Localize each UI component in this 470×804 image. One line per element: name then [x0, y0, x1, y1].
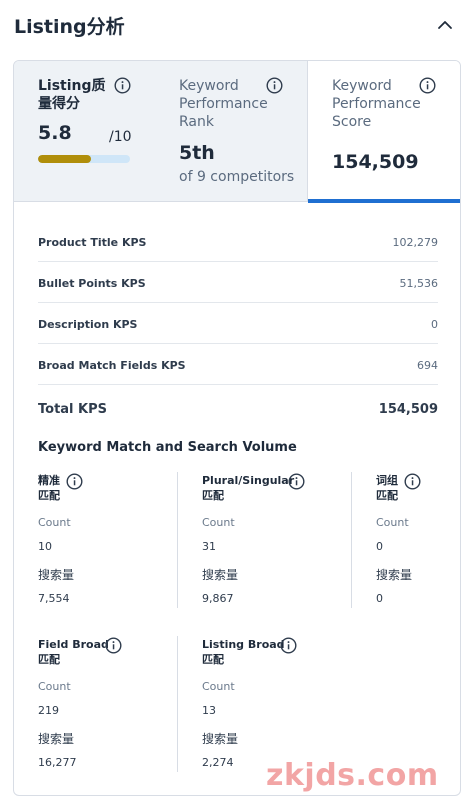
match-type-plural-singular: Plural/Singular 匹配 Count 31 搜索量 9,867 [202, 473, 352, 608]
match-type-name: Plural/Singular 匹配 [202, 473, 294, 503]
kps-row-label: Bullet Points KPS [38, 277, 146, 290]
count-label: Count [376, 516, 409, 529]
match-type-name-line2: 匹配 [202, 489, 224, 502]
match-type-name-line1: 精准 [38, 474, 60, 487]
count-value: 219 [38, 704, 59, 717]
tab-label-line3: Score [332, 114, 372, 130]
count-value: 13 [202, 704, 216, 717]
kps-breakdown-list: Product Title KPS 102,279 Bullet Points … [38, 221, 438, 433]
kps-row: Bullet Points KPS 51,536 [38, 262, 438, 303]
quality-score-denominator: /10 [109, 129, 132, 145]
match-type-name-line2: 匹配 [38, 489, 60, 502]
tab-label-line2: Performance [179, 96, 268, 112]
kps-row: Product Title KPS 102,279 [38, 221, 438, 262]
info-icon[interactable] [280, 637, 297, 654]
quality-progress-fill [38, 155, 92, 163]
match-type-name-line1: Field Broad [38, 638, 109, 651]
tab-label-line1: Keyword [332, 78, 392, 94]
tab-label-line1: Listing质 [38, 78, 106, 94]
count-value: 10 [38, 540, 52, 553]
kps-row: Description KPS 0 [38, 303, 438, 344]
match-type-name: Field Broad 匹配 [38, 637, 109, 667]
search-volume-value: 9,867 [202, 592, 234, 605]
tab-label-line3: Rank [179, 114, 214, 130]
kps-row: Broad Match Fields KPS 694 [38, 344, 438, 385]
kps-total-label: Total KPS [38, 402, 108, 417]
quality-progress-bar [38, 155, 130, 163]
search-volume-value: 0 [376, 592, 383, 605]
search-volume-label: 搜索量 [202, 568, 239, 582]
kps-row-label: Broad Match Fields KPS [38, 359, 186, 372]
match-type-phrase: 词组匹配 Count 0 搜索量 0 [376, 473, 456, 608]
info-icon[interactable] [105, 637, 122, 654]
match-type-name: Listing Broad 匹配 [202, 637, 285, 667]
info-icon[interactable] [419, 77, 436, 94]
match-type-name: 词组 匹配 [376, 473, 398, 503]
info-icon[interactable] [66, 473, 83, 490]
tab-keyword-score[interactable]: Keyword Performance Score 154,509 [307, 61, 460, 203]
search-volume-label: 搜索量 [376, 568, 413, 582]
kps-row-value: 102,279 [392, 236, 439, 249]
count-value: 0 [376, 540, 383, 553]
search-volume-label: 搜索量 [38, 568, 75, 582]
active-tab-indicator [308, 199, 460, 203]
match-type-name-line2: 匹配 [38, 653, 60, 666]
kps-row-label: Product Title KPS [38, 236, 147, 249]
count-label: Count [38, 516, 71, 529]
match-type-name: 精准 匹配 [38, 473, 60, 503]
watermark-text: zkjds.com [266, 758, 439, 793]
chevron-up-icon[interactable] [436, 16, 454, 34]
match-type-name-line1: Listing Broad [202, 638, 285, 651]
keyword-match-title: Keyword Match and Search Volume [38, 440, 297, 455]
search-volume-value: 7,554 [38, 592, 70, 605]
info-icon[interactable] [404, 473, 421, 490]
tab-keyword-rank[interactable]: Keyword Performance Rank 5th of 9 compet… [160, 61, 307, 202]
listing-analysis-card: Listing质 量得分 5.8 /10 Keyword Performance… [13, 60, 461, 796]
match-type-name-line1: 词组 [376, 474, 398, 487]
tab-label-line2: 量得分 [38, 96, 80, 112]
column-divider [177, 472, 178, 608]
count-label: Count [38, 680, 71, 693]
tab-label-line1: Keyword [179, 78, 239, 94]
info-icon[interactable] [288, 473, 305, 490]
tab-label-line2: Performance [332, 96, 421, 112]
search-volume-label: 搜索量 [38, 732, 75, 746]
search-volume-value: 2,274 [202, 756, 234, 769]
section-header: Listing分析 [0, 0, 470, 52]
kps-total-value: 154,509 [378, 402, 438, 417]
info-icon[interactable] [114, 77, 131, 94]
kps-value: 154,509 [332, 151, 419, 173]
match-type-field-broad: Field Broad 匹配 Count 219 搜索量 16,277 [38, 637, 168, 772]
kps-row-value: 694 [417, 359, 438, 372]
section-title: Listing分析 [14, 16, 125, 38]
metric-tabs: Listing质 量得分 5.8 /10 Keyword Performance… [14, 61, 460, 203]
match-type-name-line2: 匹配 [376, 489, 398, 502]
kps-total-row: Total KPS 154,509 [38, 385, 438, 433]
kps-row-label: Description KPS [38, 318, 138, 331]
tab-listing-quality[interactable]: Listing质 量得分 5.8 /10 [14, 61, 160, 202]
match-type-exact: 精准匹配 Count 10 搜索量 7,554 [38, 473, 168, 608]
rank-subtext: of 9 competitors [179, 169, 295, 185]
count-value: 31 [202, 540, 216, 553]
column-divider [351, 472, 352, 608]
rank-value: 5th [179, 142, 215, 164]
info-icon[interactable] [266, 77, 283, 94]
match-type-name-line2: 匹配 [202, 653, 224, 666]
count-label: Count [202, 680, 235, 693]
kps-row-value: 0 [431, 318, 438, 331]
column-divider [177, 636, 178, 772]
match-type-listing-broad: Listing Broad 匹配 Count 13 搜索量 2,274 [202, 637, 352, 772]
match-type-name-line1: Plural/Singular [202, 474, 295, 487]
kps-row-value: 51,536 [399, 277, 439, 290]
quality-score: 5.8 [38, 122, 72, 144]
search-volume-label: 搜索量 [202, 732, 239, 746]
count-label: Count [202, 516, 235, 529]
search-volume-value: 16,277 [38, 756, 77, 769]
